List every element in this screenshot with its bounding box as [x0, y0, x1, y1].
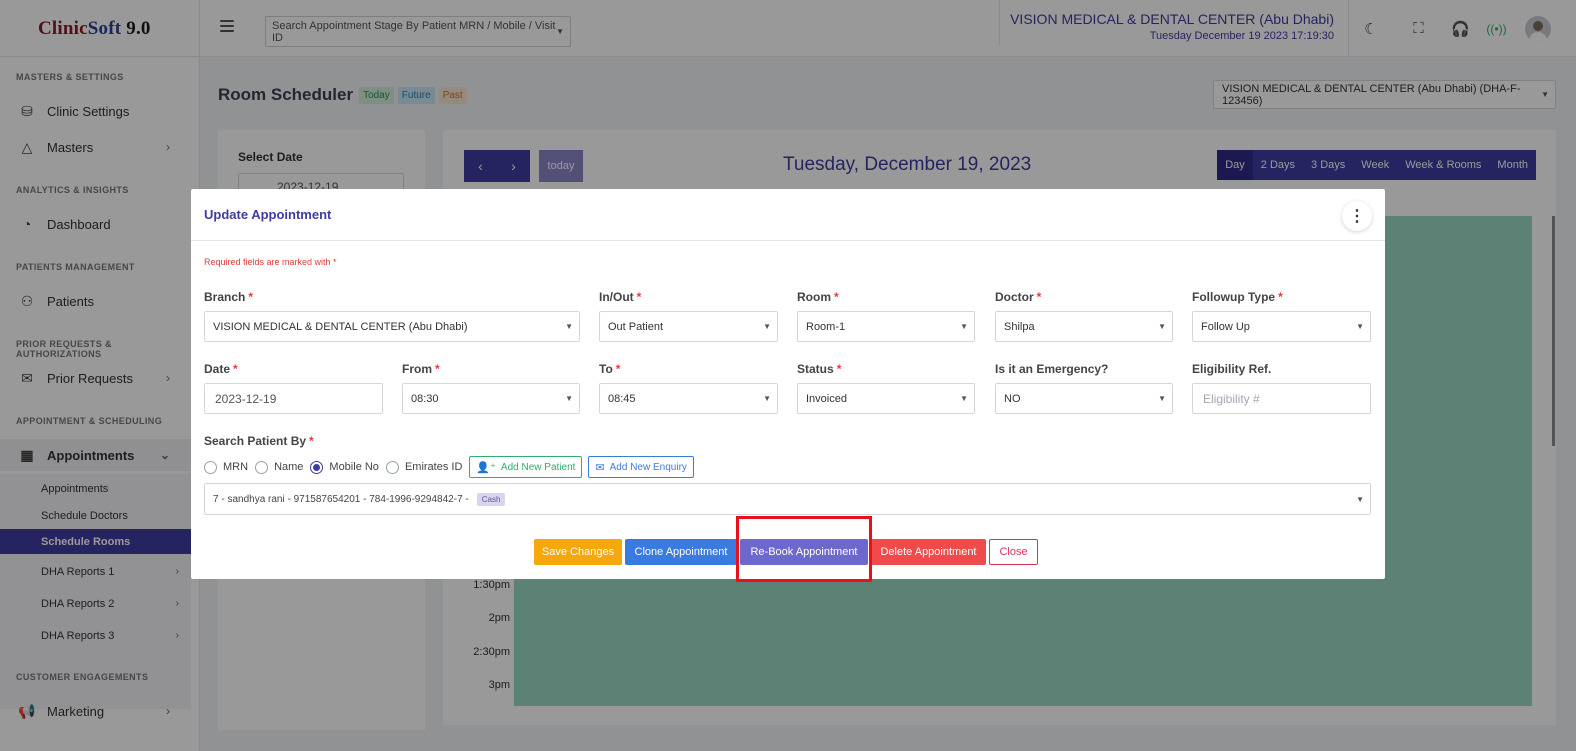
to-field[interactable]: 08:45 ▼	[599, 383, 778, 414]
followup-field[interactable]: Follow Up ▼	[1192, 311, 1371, 342]
inout-label: In/Out *	[599, 290, 642, 304]
eligibility-placeholder: Eligibility #	[1203, 391, 1260, 406]
room-label: Room *	[797, 290, 839, 304]
followup-value: Follow Up	[1201, 320, 1250, 333]
patient-select[interactable]: 7 - sandhya rani - 971587654201 - 784-19…	[204, 483, 1371, 515]
emergency-label: Is it an Emergency?	[995, 362, 1109, 376]
search-by-options: MRN Name Mobile No Emirates ID 👤⁺ Add New…	[204, 456, 700, 478]
enquiry-icon: ✉	[595, 461, 605, 474]
caret-down-icon: ▼	[565, 394, 573, 403]
save-changes-button[interactable]: Save Changes	[534, 539, 622, 565]
branch-label: Branch *	[204, 290, 254, 304]
date-label: Date *	[204, 362, 238, 376]
add-new-patient-button[interactable]: 👤⁺ Add New Patient	[469, 456, 583, 478]
clone-appointment-button[interactable]: Clone Appointment	[625, 539, 737, 565]
from-value: 08:30	[411, 392, 439, 405]
date-value: 2023-12-19	[215, 391, 277, 406]
eligibility-field[interactable]: Eligibility #	[1192, 383, 1371, 414]
caret-down-icon: ▼	[1356, 494, 1364, 504]
status-field[interactable]: Invoiced ▼	[797, 383, 975, 414]
modal-header: Update Appointment	[191, 189, 1385, 241]
status-label: Status *	[797, 362, 842, 376]
radio-emirates-id[interactable]: Emirates ID	[385, 460, 462, 474]
required-note: Required fields are marked with *	[204, 257, 337, 267]
more-options-icon[interactable]: ⋮	[1342, 201, 1372, 231]
doctor-value: Shilpa	[1004, 320, 1035, 333]
caret-down-icon: ▼	[1158, 394, 1166, 403]
radio-mobile[interactable]: Mobile No	[310, 460, 379, 474]
emergency-field[interactable]: NO ▼	[995, 383, 1173, 414]
inout-field[interactable]: Out Patient ▼	[599, 311, 778, 342]
caret-down-icon: ▼	[565, 322, 573, 331]
modal-title: Update Appointment	[204, 207, 332, 222]
room-field[interactable]: Room-1 ▼	[797, 311, 975, 342]
payment-badge: Cash	[476, 492, 506, 506]
delete-appointment-button[interactable]: Delete Appointment	[871, 539, 986, 565]
patient-text: 7 - sandhya rani - 971587654201 - 784-19…	[213, 493, 469, 505]
radio-circle	[385, 460, 399, 474]
user-plus-icon: 👤⁺	[476, 461, 496, 474]
from-field[interactable]: 08:30 ▼	[402, 383, 580, 414]
eligibility-label: Eligibility Ref.	[1192, 362, 1272, 376]
radio-name[interactable]: Name	[255, 460, 303, 474]
to-value: 08:45	[608, 392, 636, 405]
from-label: From *	[402, 362, 440, 376]
caret-down-icon: ▼	[763, 394, 771, 403]
close-button[interactable]: Close	[989, 539, 1038, 565]
search-by-label: Search Patient By *	[204, 434, 314, 448]
caret-down-icon: ▼	[763, 322, 771, 331]
radio-circle	[204, 460, 217, 474]
to-label: To *	[599, 362, 621, 376]
radio-mrn[interactable]: MRN	[204, 460, 248, 474]
date-field[interactable]: 2023-12-19	[204, 383, 383, 414]
branch-value: VISION MEDICAL & DENTAL CENTER (Abu Dhab…	[213, 320, 468, 333]
doctor-label: Doctor *	[995, 290, 1042, 304]
caret-down-icon: ▼	[1158, 322, 1166, 331]
inout-value: Out Patient	[608, 320, 664, 333]
branch-field[interactable]: VISION MEDICAL & DENTAL CENTER (Abu Dhab…	[204, 311, 580, 342]
rebook-highlight-box	[736, 516, 872, 582]
followup-label: Followup Type *	[1192, 290, 1283, 304]
caret-down-icon: ▼	[1356, 322, 1364, 331]
add-new-enquiry-button[interactable]: ✉ Add New Enquiry	[588, 456, 694, 478]
emergency-value: NO	[1004, 392, 1021, 405]
patient-value: 7 - sandhya rani - 971587654201 - 784-19…	[213, 492, 506, 506]
radio-circle-selected	[310, 460, 324, 474]
caret-down-icon: ▼	[960, 322, 968, 331]
radio-circle	[255, 460, 269, 474]
status-value: Invoiced	[806, 392, 847, 405]
doctor-field[interactable]: Shilpa ▼	[995, 311, 1173, 342]
caret-down-icon: ▼	[960, 394, 968, 403]
room-value: Room-1	[806, 320, 846, 333]
